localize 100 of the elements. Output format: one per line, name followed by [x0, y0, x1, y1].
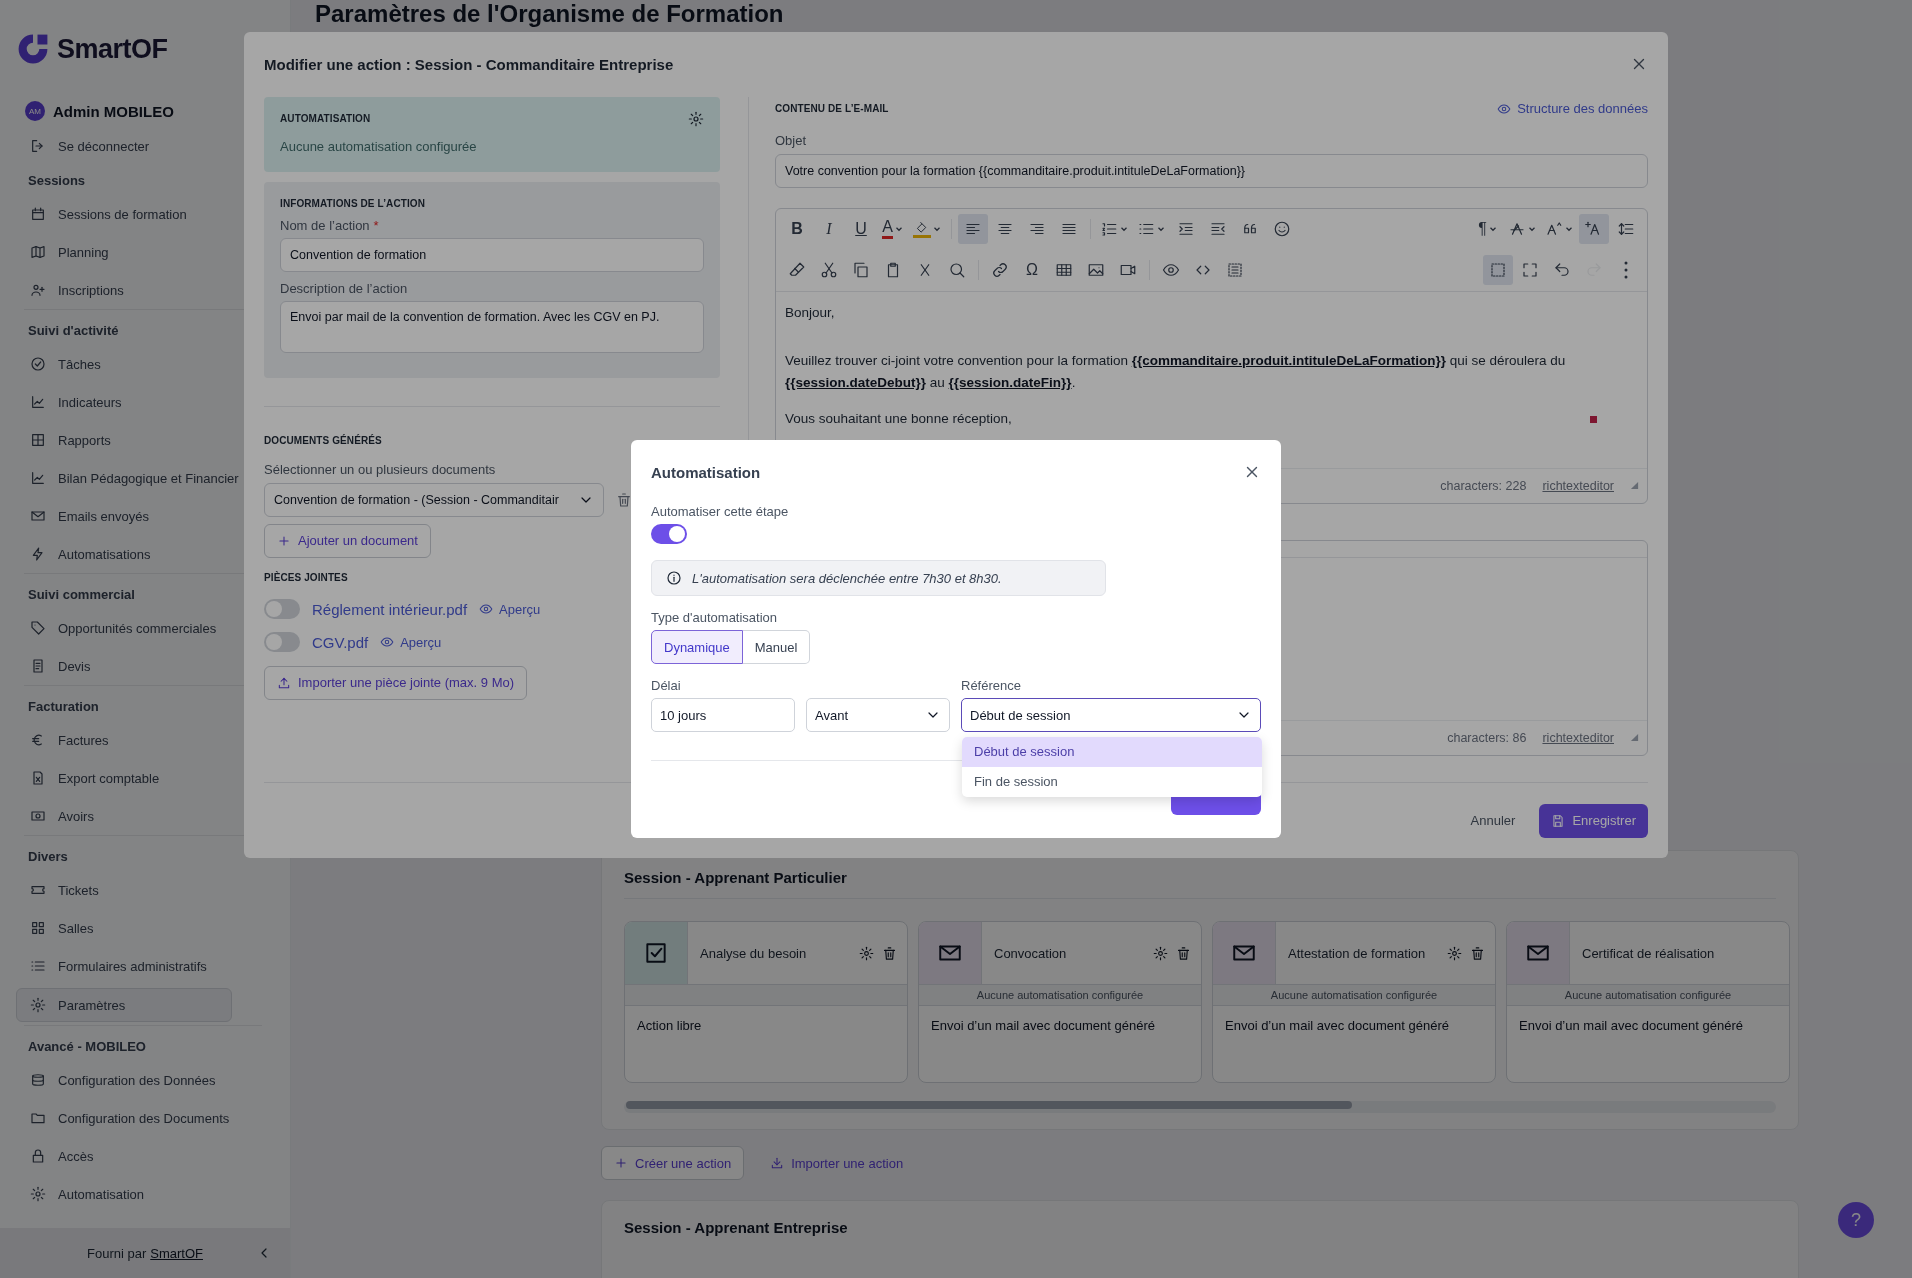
eye-icon — [479, 602, 494, 617]
action-title: Convocation — [993, 945, 1068, 961]
resize-grip-icon[interactable] — [1630, 481, 1639, 491]
toolbar-button[interactable]: Ω — [1017, 254, 1047, 285]
attachment-link[interactable]: CGV.pdf — [312, 633, 369, 651]
eye-icon — [1497, 101, 1512, 116]
sidebar-item[interactable]: Planning — [0, 233, 246, 271]
marker-icon — [1590, 415, 1597, 423]
group-title: Session - Apprenant Entreprise — [624, 1219, 849, 1238]
scrollbar-thumb[interactable] — [626, 1101, 1352, 1109]
field-label: Sélectionner un ou plusieurs documents — [264, 461, 496, 477]
sidebar-item[interactable]: Avoirs — [0, 797, 246, 835]
sidebar-item[interactable]: Automatisation — [0, 1175, 246, 1213]
action-name-field[interactable]: Convention de formation — [280, 237, 704, 272]
help-button[interactable]: ? — [1838, 1202, 1874, 1238]
automation-status: Aucune automatisation configurée — [1564, 989, 1732, 1001]
provider-link[interactable]: SmartOF — [150, 1245, 203, 1261]
sidebar-item[interactable]: Export comptable — [0, 759, 246, 797]
sidebar-item[interactable]: Bilan Pédagogique et Financier — [0, 459, 246, 497]
save-button[interactable]: Enregistrer — [1539, 803, 1648, 838]
editor-brand-link[interactable]: richtexteditor — [1542, 730, 1614, 745]
add-document-button[interactable]: Ajouter un document — [264, 523, 431, 558]
trash-icon[interactable] — [1470, 945, 1485, 961]
grid-icon — [30, 432, 46, 448]
toolbar-button[interactable] — [1579, 213, 1609, 244]
preview-link[interactable]: Aperçu — [479, 601, 541, 617]
document-select[interactable]: Convention de formation - (Session - Commanditair — [264, 482, 604, 517]
trash-icon[interactable] — [882, 945, 897, 961]
trash-icon[interactable] — [616, 491, 632, 508]
sidebar-item[interactable]: Formulaires administratifs — [0, 947, 246, 985]
sidebar-item[interactable]: Rapports — [0, 421, 246, 459]
direction-select[interactable]: Avant — [806, 698, 950, 732]
action-card[interactable]: Attestation de formation Aucune automatisation configurée Envoi d’un mail avec document généré — [1212, 921, 1496, 1083]
type-option[interactable]: Dynamique — [651, 630, 743, 664]
logout-link[interactable]: Se déconnecter — [0, 127, 274, 165]
toggle-switch[interactable] — [651, 524, 687, 544]
user-plus-icon — [30, 282, 46, 298]
save-icon — [1551, 813, 1566, 828]
sidebar-item[interactable]: Sessions de formation — [0, 195, 246, 233]
toolbar-button[interactable] — [1483, 254, 1513, 285]
sidebar-item[interactable]: Opportunités commerciales — [0, 609, 246, 647]
cancel-button[interactable]: Annuler — [1458, 803, 1528, 838]
email-paragraph: Bonjour, — [785, 303, 835, 322]
toggle-switch[interactable] — [264, 599, 300, 620]
sidebar-item[interactable]: Devis — [0, 647, 246, 685]
import-attachment-button[interactable]: Importer une pièce jointe (max. 9 Mo) — [264, 665, 528, 700]
sidebar-item[interactable]: Paramètres — [16, 988, 232, 1022]
action-card[interactable]: Convocation Aucune automatisation configurée Envoi d’un mail avec document généré — [918, 921, 1202, 1083]
settings-icon[interactable] — [859, 945, 874, 961]
toolbar-button[interactable]: B — [782, 213, 812, 244]
email-paragraph: Vous souhaitant une bonne réception, — [785, 409, 1012, 428]
resize-grip-icon[interactable] — [1630, 733, 1639, 743]
trash-icon[interactable] — [1176, 945, 1191, 961]
sidebar-item[interactable]: Accès — [0, 1137, 246, 1175]
toolbar-button[interactable]: A — [878, 213, 908, 244]
dropdown-option[interactable]: Fin de session — [962, 767, 1262, 797]
settings-icon[interactable] — [688, 110, 704, 127]
upload-icon — [277, 675, 291, 690]
automation-status: Aucune automatisation configurée — [976, 989, 1144, 1001]
toggle-switch[interactable] — [264, 632, 300, 653]
toolbar-button[interactable]: U — [846, 213, 876, 244]
sidebar-item[interactable]: Tickets — [0, 871, 246, 909]
page-title: Paramètres de l'Organisme de Formation — [315, 0, 785, 28]
action-description: Envoi d’un mail avec document généré — [930, 1017, 1157, 1035]
settings-icon[interactable] — [1153, 945, 1168, 961]
attachment-link[interactable]: Réglement intérieur.pdf — [312, 600, 468, 618]
settings-icon[interactable] — [1447, 945, 1462, 961]
sidebar-item[interactable]: Automatisations — [0, 535, 246, 573]
dropdown-option[interactable]: Début de session — [962, 737, 1262, 767]
toolbar-button[interactable]: I — [814, 213, 844, 244]
scrollbar-track[interactable] — [624, 1101, 1776, 1113]
sidebar-item[interactable]: Indicateurs — [0, 383, 246, 421]
import-action-button[interactable]: Importer une action — [758, 1146, 916, 1180]
provider-credit: Fourni par — [87, 1245, 147, 1261]
sidebar-item[interactable]: Tâches — [0, 345, 246, 383]
sidebar-item[interactable]: Emails envoyés — [0, 497, 246, 535]
sidebar-item[interactable]: Factures — [0, 721, 246, 759]
file-x-icon — [30, 770, 46, 786]
sidebar-item[interactable]: Salles — [0, 909, 246, 947]
create-action-button[interactable]: Créer une action — [601, 1146, 745, 1180]
sidebar-item[interactable]: Inscriptions — [0, 271, 246, 309]
reference-select[interactable]: Début de session — [961, 698, 1261, 732]
data-structure-link[interactable]: Structure des données — [1497, 101, 1648, 117]
sidebar-item[interactable]: Configuration des Documents — [0, 1099, 246, 1137]
automation-status: Aucune automatisation configurée — [1270, 989, 1438, 1001]
preview-link[interactable]: Aperçu — [380, 634, 442, 650]
type-option[interactable]: Manuel — [742, 630, 811, 664]
sidebar-item[interactable]: Configuration des Données — [0, 1061, 246, 1099]
plus-icon — [277, 533, 291, 548]
delay-field[interactable]: 10 jours — [651, 698, 795, 732]
toolbar-button[interactable]: ¶ — [1473, 213, 1503, 244]
download-icon — [770, 1156, 785, 1170]
info-text: L'automatisation sera déclenchée entre 7h30 et 8h30. — [692, 570, 1002, 586]
editor-brand-link[interactable]: richtexteditor — [1542, 478, 1614, 493]
toolbar-button[interactable] — [958, 213, 988, 244]
action-card[interactable]: Certificat de réalisation Aucune automatisation configurée Envoi d’un mail avec document généré — [1506, 921, 1790, 1083]
subject-field[interactable]: Votre convention pour la formation {{commanditaire.produit.intituleDeLaFormation}} — [775, 153, 1648, 188]
action-card[interactable]: Analyse du besoin Action libre — [624, 921, 908, 1083]
description-field[interactable]: Envoi par mail de la convention de formation. Avec les CGV en PJ. — [280, 300, 704, 353]
automation-status: Aucune automatisation configurée — [280, 138, 478, 154]
